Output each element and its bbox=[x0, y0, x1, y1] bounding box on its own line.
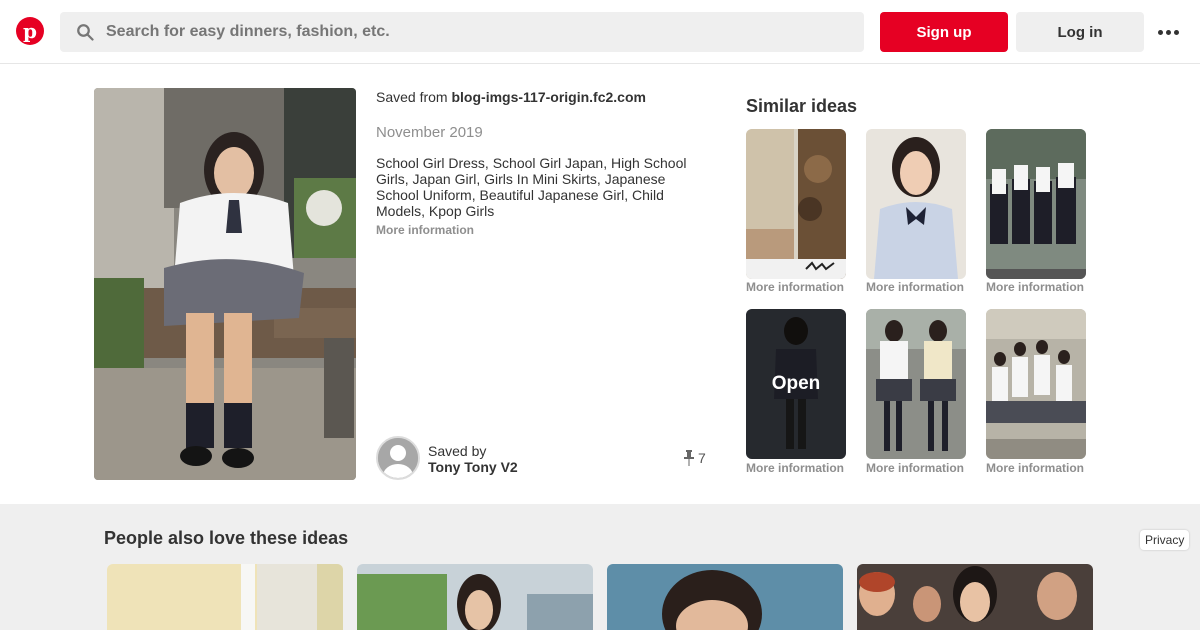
pinterest-logo-icon[interactable]: p bbox=[16, 17, 44, 45]
thumbnail-photo bbox=[866, 129, 966, 279]
idea-card[interactable] bbox=[107, 564, 343, 630]
people-also-love-heading: People also love these ideas bbox=[104, 528, 349, 548]
similar-idea-more-info[interactable]: More information bbox=[866, 461, 964, 475]
similar-idea-more-info[interactable]: More information bbox=[746, 280, 844, 294]
repin-count: 7 bbox=[684, 450, 706, 466]
similar-idea-more-info[interactable]: More information bbox=[866, 280, 964, 294]
people-also-love-section: People also love these ideas Privacy bbox=[0, 504, 1200, 630]
card-photo bbox=[857, 564, 1093, 630]
similar-idea-thumbnail[interactable] bbox=[746, 129, 846, 279]
avatar-placeholder-icon bbox=[378, 438, 418, 478]
pin-image[interactable] bbox=[94, 88, 356, 480]
pin-date: November 2019 bbox=[376, 124, 483, 141]
source-link[interactable]: blog-imgs-117-origin.fc2.com bbox=[451, 89, 645, 105]
pin-description: School Girl Dress, School Girl Japan, Hi… bbox=[376, 155, 687, 219]
similar-idea-more-info[interactable]: More information bbox=[986, 280, 1084, 294]
similar-ideas-heading: Similar ideas bbox=[746, 96, 858, 116]
more-information-link[interactable]: More information bbox=[376, 223, 474, 237]
log-in-button[interactable]: Log in bbox=[1016, 12, 1144, 52]
top-navigation-bar: p Sign up Log in bbox=[0, 0, 1200, 64]
idea-card[interactable] bbox=[357, 564, 593, 630]
pushpin-icon bbox=[684, 450, 694, 466]
card-photo bbox=[357, 564, 593, 630]
thumbnail-photo bbox=[866, 309, 966, 459]
similar-idea-thumbnail[interactable] bbox=[866, 129, 966, 279]
sign-up-button[interactable]: Sign up bbox=[880, 12, 1008, 52]
saved-from-line: Saved from blog-imgs-117-origin.fc2.com bbox=[376, 89, 646, 105]
idea-card[interactable] bbox=[607, 564, 843, 630]
similar-idea-more-info[interactable]: More information bbox=[986, 461, 1084, 475]
search-input[interactable] bbox=[106, 23, 806, 41]
similar-idea-thumbnail[interactable] bbox=[986, 129, 1086, 279]
saver-name-link[interactable]: Tony Tony V2 bbox=[428, 459, 518, 475]
privacy-button[interactable]: Privacy bbox=[1140, 530, 1190, 550]
open-overlay-button[interactable]: Open bbox=[746, 309, 846, 459]
more-menu-icon[interactable] bbox=[1156, 22, 1180, 42]
avatar[interactable] bbox=[376, 436, 420, 480]
repin-count-value: 7 bbox=[698, 450, 706, 466]
thumbnail-photo bbox=[986, 309, 1086, 459]
pin-photo bbox=[94, 88, 356, 480]
saved-by-label: Saved by bbox=[428, 443, 487, 459]
idea-card[interactable] bbox=[857, 564, 1093, 630]
similar-idea-thumbnail[interactable]: Open bbox=[746, 309, 846, 459]
similar-idea-more-info[interactable]: More information bbox=[746, 461, 844, 475]
similar-idea-thumbnail[interactable] bbox=[986, 309, 1086, 459]
search-bar[interactable] bbox=[60, 12, 864, 52]
search-icon bbox=[77, 24, 94, 41]
card-photo bbox=[607, 564, 843, 630]
saved-from-label: Saved from bbox=[376, 89, 448, 105]
thumbnail-photo bbox=[746, 129, 846, 279]
card-photo bbox=[107, 564, 343, 630]
similar-idea-thumbnail[interactable] bbox=[866, 309, 966, 459]
thumbnail-photo bbox=[986, 129, 1086, 279]
